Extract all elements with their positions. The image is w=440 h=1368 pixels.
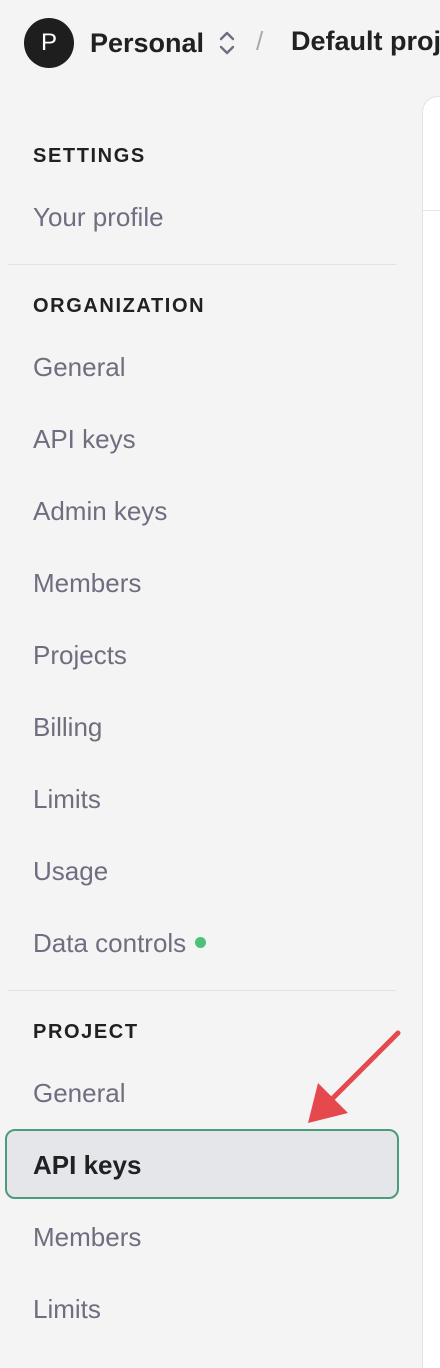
sidebar-item-your-profile[interactable]: Your profile — [33, 202, 164, 233]
sidebar-item-project-api-keys[interactable]: API keys — [5, 1129, 399, 1199]
sidebar-item-project-limits[interactable]: Limits — [33, 1294, 101, 1325]
sidebar-item-org-limits[interactable]: Limits — [33, 784, 101, 815]
sidebar-item-admin-keys[interactable]: Admin keys — [33, 496, 167, 527]
sidebar-item-data-controls[interactable]: Data controls — [33, 928, 207, 959]
sidebar-item-project-members[interactable]: Members — [33, 1222, 141, 1253]
section-heading-organization: ORGANIZATION — [33, 295, 206, 317]
sidebar-item-project-general[interactable]: General — [33, 1078, 126, 1109]
sidebar-item-usage[interactable]: Usage — [33, 856, 108, 887]
sidebar-divider — [8, 264, 396, 265]
sidebar-item-label: Data controls — [33, 928, 187, 958]
section-heading-project: PROJECT — [33, 1021, 139, 1043]
sidebar-item-projects[interactable]: Projects — [33, 640, 127, 671]
main-content-panel — [422, 96, 440, 1368]
section-heading-settings: SETTINGS — [33, 145, 146, 167]
sidebar-item-label: API keys — [33, 1150, 142, 1180]
sidebar-item-org-general[interactable]: General — [33, 352, 126, 383]
content-header-divider — [423, 210, 440, 211]
sidebar-item-billing[interactable]: Billing — [33, 712, 102, 743]
sidebar-item-org-api-keys[interactable]: API keys — [33, 424, 136, 455]
status-dot-icon — [195, 936, 207, 948]
red-arrow-icon — [308, 1030, 401, 1123]
settings-sidebar: SETTINGS Your profile ORGANIZATION Gener… — [0, 0, 420, 1368]
settings-page: P Personal / Default proj SETTINGS Your … — [0, 0, 440, 1368]
sidebar-item-org-members[interactable]: Members — [33, 568, 141, 599]
sidebar-divider — [8, 990, 396, 991]
